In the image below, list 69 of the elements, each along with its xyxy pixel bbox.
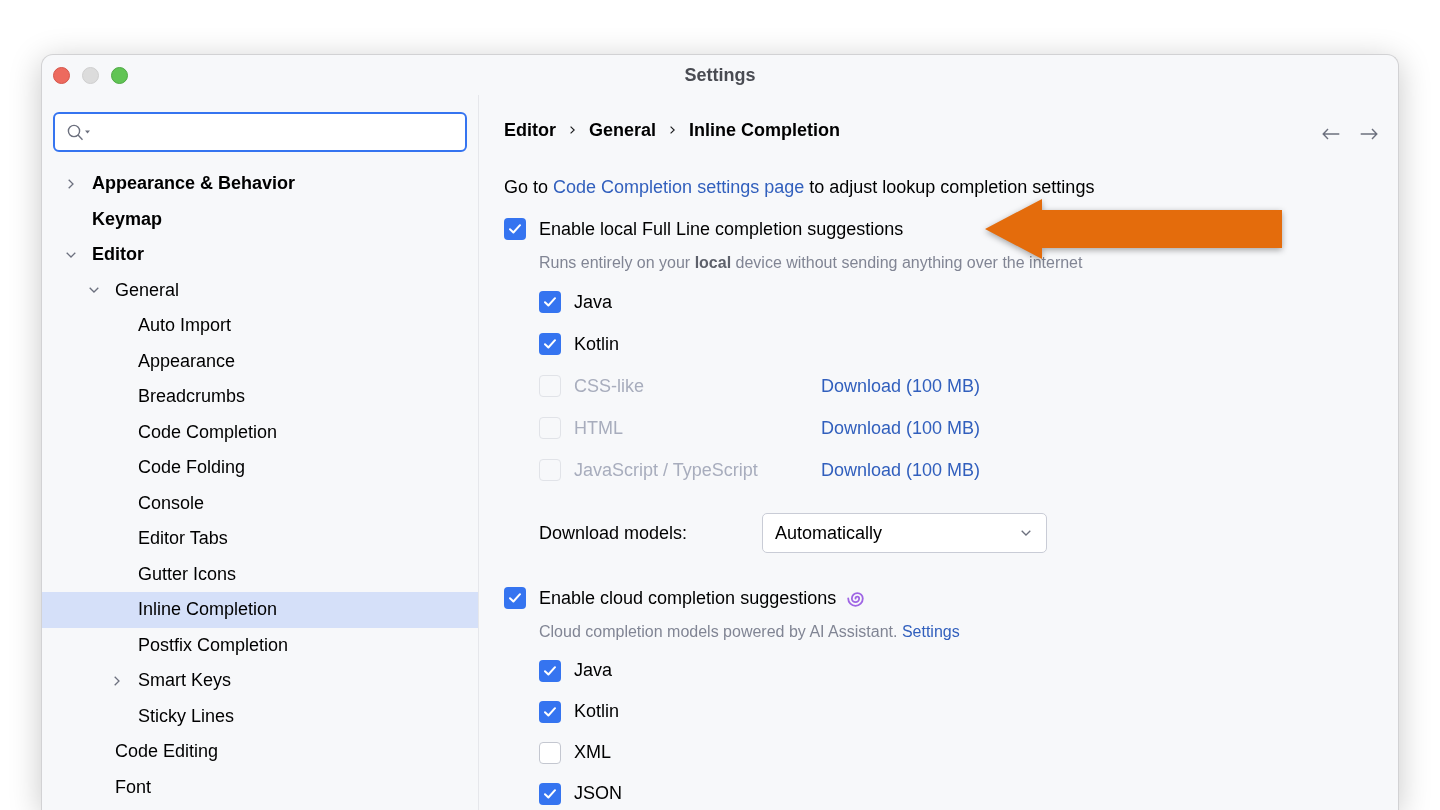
- tree-item[interactable]: Code Folding: [42, 450, 478, 486]
- language-label: Kotlin: [574, 701, 620, 721]
- tree-item[interactable]: Console: [42, 485, 478, 521]
- field-label: Download models:: [539, 522, 688, 543]
- tree-item[interactable]: Appearance & Behavior: [42, 166, 478, 202]
- chevron-down-icon: [1021, 530, 1031, 536]
- language-label: JSON: [574, 783, 622, 803]
- intro-text: Go to Code Completion settings page to adjust lookup completion settings: [504, 175, 1095, 199]
- check-icon: [509, 593, 521, 603]
- checkbox[interactable]: [539, 291, 561, 313]
- checkbox[interactable]: [539, 659, 561, 682]
- language-label: JavaScript / TypeScript: [574, 459, 758, 480]
- chevron-down-icon[interactable]: [66, 251, 76, 258]
- checkbox[interactable]: [539, 782, 561, 805]
- check-icon: [544, 665, 556, 676]
- tree-item[interactable]: Code Completion: [42, 414, 478, 450]
- tree-item[interactable]: Postfix Completion: [42, 627, 478, 663]
- chevron-right-icon: [570, 126, 575, 134]
- tree-item[interactable]: Gutter Icons: [42, 556, 478, 592]
- check-icon: [544, 706, 556, 717]
- check-icon: [509, 224, 521, 234]
- search-field[interactable]: [53, 112, 467, 152]
- search-icon: [67, 123, 91, 141]
- arrow-left-icon[interactable]: [1322, 128, 1340, 140]
- chevron-right-icon[interactable]: [114, 675, 120, 686]
- checkbox[interactable]: [539, 333, 561, 355]
- check-icon: [544, 788, 556, 799]
- tree-item[interactable]: Font: [42, 769, 478, 805]
- checkbox[interactable]: [539, 741, 561, 764]
- settings-page-link[interactable]: Code Completion settings page: [553, 176, 805, 197]
- chevron-right-icon: [670, 126, 676, 134]
- breadcrumb-item: Inline Completion: [689, 118, 841, 142]
- chevron-down-icon[interactable]: [89, 287, 99, 294]
- window-title: Settings: [684, 63, 756, 87]
- checkbox-label: Enable local Full Line completion suggestions: [539, 217, 904, 241]
- checkbox[interactable]: [504, 218, 526, 240]
- tree-item[interactable]: General: [42, 272, 478, 308]
- checkbox[interactable]: [504, 587, 526, 609]
- breadcrumb-item: General: [589, 118, 657, 142]
- tree-item[interactable]: Code Editing: [42, 734, 478, 770]
- chevron-right-icon[interactable]: [68, 178, 74, 189]
- language-label: Java: [574, 660, 613, 680]
- zoom-button[interactable]: [111, 66, 128, 84]
- check-icon: [544, 297, 556, 307]
- language-label: Java: [574, 291, 613, 312]
- tree-item[interactable]: Breadcrumbs: [42, 379, 478, 415]
- tree-item[interactable]: Auto Import: [42, 308, 478, 344]
- close-button[interactable]: [53, 66, 70, 84]
- settings-link[interactable]: Settings: [901, 623, 960, 640]
- checkbox[interactable]: [539, 700, 561, 723]
- tree-item[interactable]: Inline Completion: [42, 592, 478, 628]
- language-label: XML: [574, 742, 611, 762]
- language-label: Kotlin: [574, 333, 620, 354]
- tree-item[interactable]: Editor: [42, 237, 478, 273]
- spiral-icon: [847, 589, 865, 607]
- description-text: Runs entirely on your local device without sending anything over the internet: [539, 253, 1083, 273]
- language-label: HTML: [574, 417, 623, 438]
- tree-item[interactable]: Smart Keys: [42, 663, 478, 699]
- tree-item[interactable]: Keymap: [42, 201, 478, 237]
- check-icon: [544, 339, 556, 349]
- checkbox-label: Enable cloud completion suggestions: [539, 586, 837, 610]
- tree-item[interactable]: Appearance: [42, 343, 478, 379]
- tree-item[interactable]: Editor Tabs: [42, 521, 478, 557]
- breadcrumb-item: Editor: [504, 118, 556, 142]
- tree-item[interactable]: Sticky Lines: [42, 698, 478, 734]
- arrow-right-icon[interactable]: [1360, 128, 1378, 140]
- description-text: Cloud completion models powered by AI Assistant. Settings: [539, 622, 960, 642]
- models-dropdown[interactable]: Automatically: [762, 513, 1047, 553]
- language-label: CSS-like: [574, 375, 644, 396]
